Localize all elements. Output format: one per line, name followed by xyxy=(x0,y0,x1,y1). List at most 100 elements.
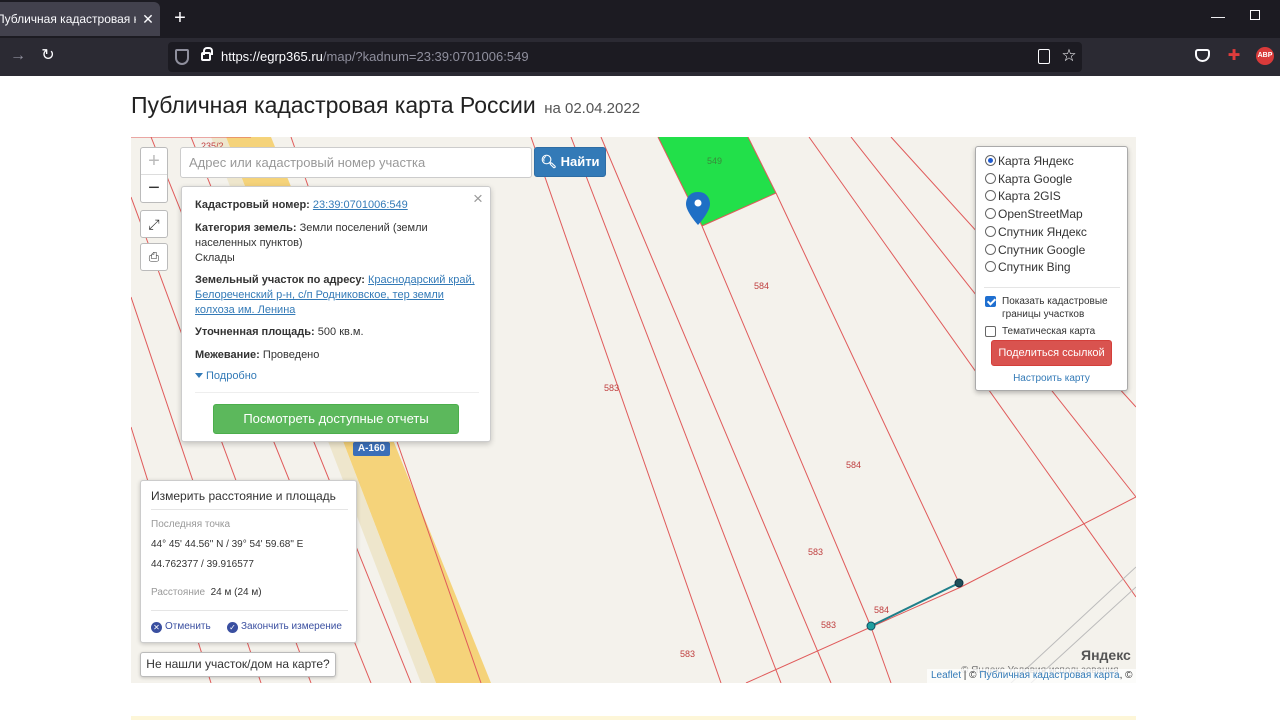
selected-parcel xyxy=(658,137,776,226)
layer-switcher: Карта Яндекс Карта Google Карта 2GIS OpenSt… xyxy=(975,146,1128,391)
measure-divider xyxy=(151,509,348,510)
show-borders-label: Показать кадастровые границы участков xyxy=(1002,296,1108,320)
url-path: /map/?kadnum=23:39:0701006:549 xyxy=(322,49,529,64)
leaflet-link[interactable]: Leaflet xyxy=(931,670,961,681)
url-text[interactable]: https://egrp365.ru/map/?kadnum=23:39:070… xyxy=(221,49,529,64)
reader-view-icon[interactable] xyxy=(1038,49,1050,64)
show-borders-checkbox[interactable] xyxy=(985,296,996,307)
cancel-measure-button[interactable]: ✕ Отменить xyxy=(151,621,211,633)
address-bar[interactable]: https://egrp365.ru/map/?kadnum=23:39:070… xyxy=(168,42,1082,72)
layer-radio[interactable] xyxy=(985,190,996,202)
layers-divider xyxy=(984,287,1120,288)
layer-radio[interactable] xyxy=(985,261,996,273)
address-label: Земельный участок по адресу: xyxy=(195,274,365,286)
area-label: Уточненная площадь: xyxy=(195,326,315,338)
layer-label: Спутник Яндекс xyxy=(998,224,1087,239)
popup-divider xyxy=(195,392,479,393)
measure-title[interactable]: Измерить расстояние и площадь xyxy=(151,489,336,503)
shield-icon[interactable] xyxy=(175,49,189,65)
parcel-label: 583 xyxy=(604,383,619,393)
page-title-main: Публичная кадастровая карта России xyxy=(131,92,536,118)
cadastral-map[interactable]: 549 584 583 584 583 584 583 583 235/2 А-… xyxy=(131,137,1136,683)
lock-icon[interactable] xyxy=(201,47,213,61)
search-icon: 🔍︎ xyxy=(540,154,557,169)
layer-option[interactable]: Карта Яндекс xyxy=(985,153,1074,169)
road-label: А-160 xyxy=(353,442,390,456)
page-title: Публичная кадастровая карта России на 02… xyxy=(131,92,640,119)
layer-option[interactable]: Спутник Google xyxy=(985,242,1085,258)
cancel-icon: ✕ xyxy=(151,622,162,633)
search-button[interactable]: 🔍︎ Найти xyxy=(534,147,606,177)
layer-radio[interactable] xyxy=(985,225,996,237)
attribution-tail: , © xyxy=(1119,670,1133,681)
close-icon[interactable]: ✕ xyxy=(140,2,156,36)
thematic-label: Тематическая карта xyxy=(1002,326,1096,337)
browser-nav-bar: → ↻ https://egrp365.ru/map/?kadnum=23:39… xyxy=(0,38,1280,76)
layer-option[interactable]: Спутник Bing xyxy=(985,259,1071,275)
layer-radio[interactable] xyxy=(985,172,996,184)
parcel-label: 584 xyxy=(846,460,861,470)
cadnum-link[interactable]: 23:39:0701006:549 xyxy=(313,199,408,211)
bookmark-star-icon[interactable]: ☆ xyxy=(1060,45,1078,67)
layer-label: OpenStreetMap xyxy=(998,207,1083,222)
minimize-icon[interactable]: — xyxy=(1210,8,1226,28)
search-input[interactable] xyxy=(180,147,532,178)
parcel-label: 584 xyxy=(754,281,769,291)
layer-option[interactable]: Карта Google xyxy=(985,171,1072,187)
finish-label: Закончить измерение xyxy=(241,621,342,632)
fullscreen-icon[interactable]: ⤢ xyxy=(140,210,168,238)
browser-tab-bar: Публичная кадастровая карта ✕ + — xyxy=(0,0,1280,38)
cancel-label: Отменить xyxy=(165,621,211,632)
layer-label: Карта Google xyxy=(998,171,1073,186)
distance-label: Расстояние xyxy=(151,587,206,598)
check-icon: ✓ xyxy=(227,622,238,633)
forward-icon[interactable]: → xyxy=(8,46,28,66)
more-link-label: Подробно xyxy=(206,370,257,382)
print-icon[interactable]: ⎙ xyxy=(140,243,168,271)
address-row: Земельный участок по адресу: Краснодарск… xyxy=(195,273,481,318)
parcel-label: 584 xyxy=(874,605,889,615)
more-link[interactable]: Подробно xyxy=(195,370,257,382)
layer-option[interactable]: Карта 2GIS xyxy=(985,188,1061,204)
url-host: https://egrp365.ru xyxy=(221,49,323,64)
zoom-in-button[interactable]: + xyxy=(141,148,167,175)
not-found-button[interactable]: Не нашли участок/дом на карте? xyxy=(140,652,336,677)
layer-label: Спутник Bing xyxy=(998,260,1071,275)
layer-option[interactable]: OpenStreetMap xyxy=(985,206,1083,222)
layer-radio[interactable] xyxy=(985,208,996,220)
measure-point-start xyxy=(866,621,876,631)
map-attribution: Leaflet | © Публичная кадастровая карта,… xyxy=(927,669,1136,683)
distance-row: Расстояние 24 м (24 м) xyxy=(151,587,262,598)
thematic-checkbox[interactable] xyxy=(985,326,996,337)
extension-icon[interactable]: ✚ xyxy=(1226,48,1242,64)
last-point-label: Последняя точка xyxy=(151,519,231,530)
restore-icon[interactable] xyxy=(1250,10,1260,20)
layer-label: Карта 2GIS xyxy=(998,189,1061,204)
layer-radio[interactable] xyxy=(985,155,996,166)
zoom-out-button[interactable]: − xyxy=(141,175,167,202)
zoom-control: + − xyxy=(140,147,168,203)
layer-option[interactable]: Спутник Яндекс xyxy=(985,224,1087,240)
marker-dot xyxy=(694,199,702,207)
pocket-icon[interactable] xyxy=(1195,49,1210,62)
survey-value: Проведено xyxy=(262,349,320,361)
survey-row: Межевание: Проведено xyxy=(195,348,481,363)
finish-measure-button[interactable]: ✓ Закончить измерение xyxy=(227,621,342,633)
coords-decimal: 44.762377 / 39.916577 xyxy=(151,559,254,570)
area-value: 500 кв.м. xyxy=(317,326,364,338)
coords-dms: 44° 45' 44.56" N / 39° 54' 59.68" E xyxy=(151,539,304,550)
adblock-icon[interactable]: ABP xyxy=(1256,47,1274,65)
reload-icon[interactable]: ↻ xyxy=(38,46,58,66)
layer-label: Спутник Google xyxy=(998,242,1086,257)
yandex-logo: Яндекс xyxy=(1081,647,1131,663)
configure-map-link[interactable]: Настроить карту xyxy=(976,373,1127,384)
measure-point-end xyxy=(954,578,964,588)
pkk-link[interactable]: Публичная кадастровая карта xyxy=(979,670,1119,681)
cadnum-row: Кадастровый номер: 23:39:0701006:549 xyxy=(195,198,481,213)
browser-tab[interactable]: Публичная кадастровая карта ✕ xyxy=(0,2,160,36)
layer-radio[interactable] xyxy=(985,243,996,255)
view-reports-button[interactable]: Посмотреть доступные отчеты xyxy=(213,404,459,434)
attribution-sep: | © xyxy=(961,670,980,681)
share-link-button[interactable]: Поделиться ссылкой xyxy=(991,340,1112,366)
new-tab-button[interactable]: + xyxy=(170,6,190,30)
